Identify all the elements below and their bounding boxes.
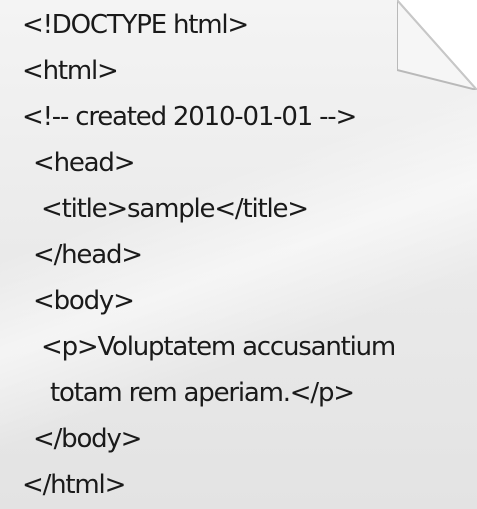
code-line: <!-- created 2010-01-01 --> bbox=[22, 102, 357, 132]
code-line: <html> bbox=[22, 56, 119, 86]
code-line: <p>Voluptatem accusantium bbox=[41, 332, 396, 362]
text-document-icon: <!DOCTYPE html> <html> <!-- created 2010… bbox=[0, 0, 477, 509]
code-line: <body> bbox=[33, 286, 135, 316]
code-line: </head> bbox=[33, 240, 143, 270]
code-line: <!DOCTYPE html> bbox=[22, 10, 249, 40]
code-line: <title>sample</title> bbox=[41, 194, 309, 224]
code-line: <head> bbox=[33, 148, 136, 178]
code-line: </html> bbox=[22, 470, 126, 500]
code-line: totam rem aperiam.</p> bbox=[50, 378, 355, 408]
code-text-block: <!DOCTYPE html> <html> <!-- created 2010… bbox=[0, 0, 477, 509]
code-line: </body> bbox=[33, 424, 142, 454]
